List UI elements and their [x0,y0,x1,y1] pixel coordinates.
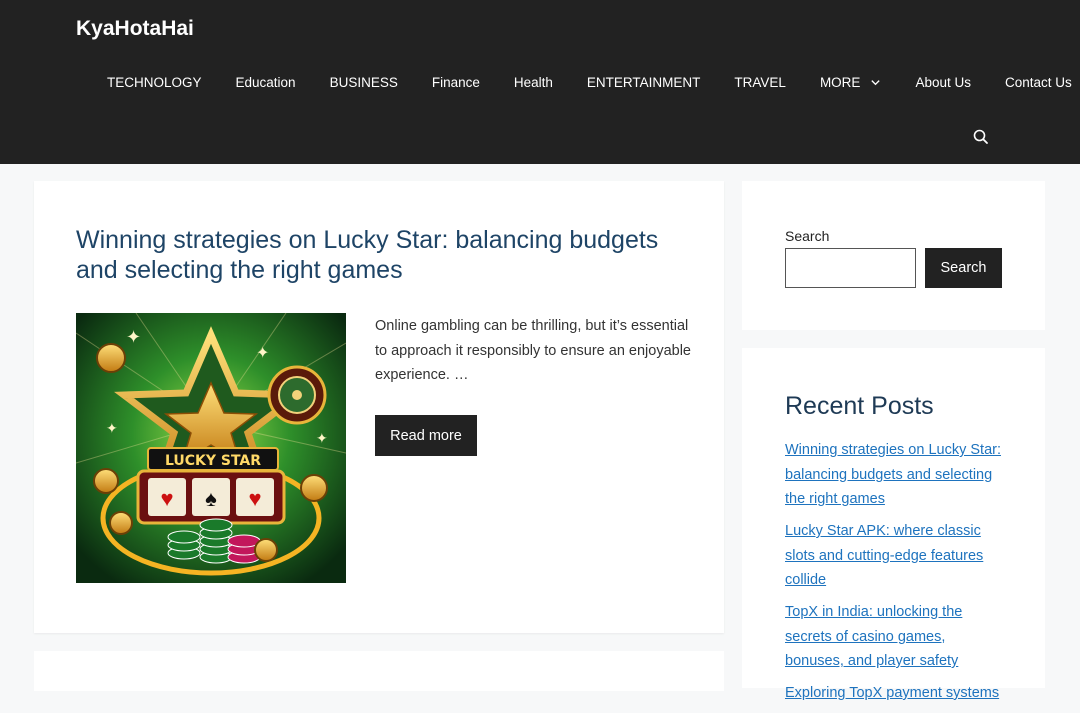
post-title[interactable]: Winning strategies on Lucky Star: balanc… [76,225,696,285]
search-icon[interactable] [970,126,992,148]
site-header: KyaHotaHai TECHNOLOGY Education BUSINESS… [0,0,1080,164]
svg-text:✦: ✦ [256,345,269,362]
recent-post-link[interactable]: TopX in India: unlocking the secrets of … [785,604,962,669]
site-title[interactable]: KyaHotaHai [76,17,194,41]
post-thumbnail[interactable]: LUCKY STAR ♥ ♠ ♥ ✦ ✦ ✦ ✦ [76,313,346,583]
svg-text:✦: ✦ [316,430,328,446]
recent-posts-widget: Recent Posts Winning strategies on Lucky… [742,348,1045,701]
recent-posts-list: Winning strategies on Lucky Star: balanc… [785,438,1007,713]
search-input[interactable] [785,248,916,288]
list-item: Lucky Star APK: where classic slots and … [785,519,1007,593]
nav-item-business[interactable]: BUSINESS [313,75,415,90]
svg-text:♥: ♥ [160,486,173,511]
main-navigation: TECHNOLOGY Education BUSINESS Finance He… [90,66,1080,98]
lucky-star-illustration: LUCKY STAR ♥ ♠ ♥ ✦ ✦ ✦ ✦ [76,313,346,583]
list-item: TopX in India: unlocking the secrets of … [785,600,1007,674]
recent-post-link[interactable]: Exploring TopX payment systems [785,685,999,701]
svg-text:✦: ✦ [106,420,118,436]
nav-item-more[interactable]: MORE [803,75,899,90]
next-post-card [34,651,724,691]
nav-item-travel[interactable]: TRAVEL [717,75,803,90]
nav-item-contact-us[interactable]: Contact Us [988,75,1080,90]
search-label: Search [785,228,830,244]
search-widget: Search Search [742,181,1045,330]
post-excerpt: Online gambling can be thrilling, but it… [375,318,691,383]
nav-item-technology[interactable]: TECHNOLOGY [90,75,219,90]
recent-post-link[interactable]: Winning strategies on Lucky Star: balanc… [785,442,1001,507]
svg-text:♠: ♠ [205,486,217,511]
nav-item-more-label: MORE [819,74,861,90]
read-more-button[interactable]: Read more [375,415,477,456]
svg-text:♥: ♥ [248,486,261,511]
recent-posts-title: Recent Posts [785,392,934,420]
post-card: Winning strategies on Lucky Star: balanc… [34,181,724,633]
chevron-down-icon [871,79,881,85]
svg-text:✦: ✦ [126,327,141,347]
nav-item-entertainment[interactable]: ENTERTAINMENT [570,75,718,90]
search-button[interactable]: Search [925,248,1002,288]
nav-item-about-us[interactable]: About Us [898,75,988,90]
recent-post-link[interactable]: Lucky Star APK: where classic slots and … [785,523,983,588]
list-item: Winning strategies on Lucky Star: balanc… [785,438,1007,512]
nav-item-health[interactable]: Health [497,75,570,90]
nav-item-finance[interactable]: Finance [415,75,497,90]
list-item: Exploring TopX payment systems [785,681,1007,706]
nav-item-education[interactable]: Education [219,75,313,90]
thumbnail-text: LUCKY STAR [165,453,261,469]
